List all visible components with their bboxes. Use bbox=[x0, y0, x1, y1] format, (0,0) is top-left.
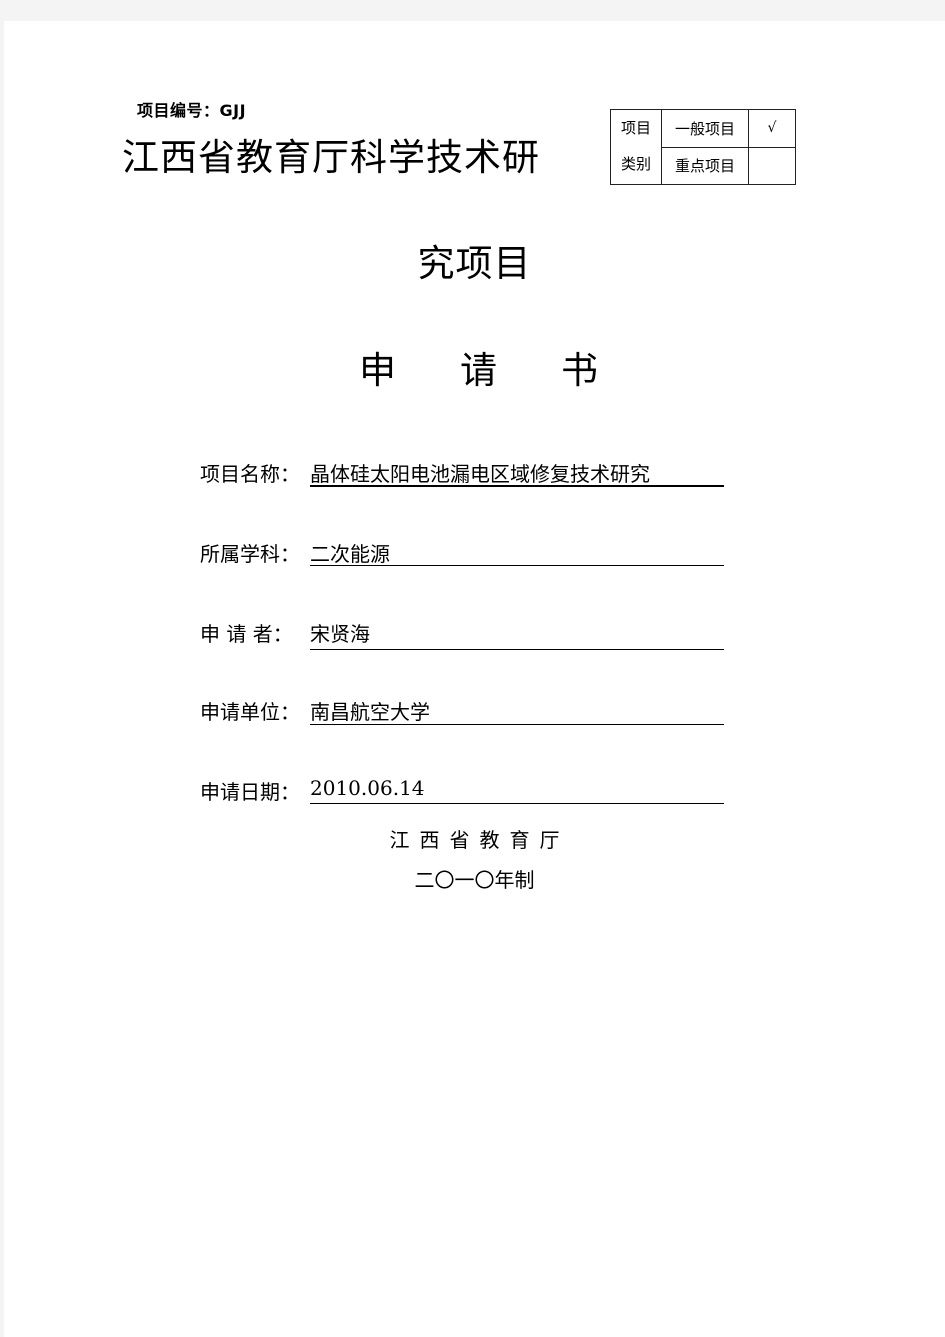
check-mark-icon: √ bbox=[748, 109, 796, 148]
underline bbox=[310, 724, 724, 725]
title-char: 申 bbox=[359, 349, 396, 392]
field-label: 申请日期： bbox=[200, 780, 300, 804]
field-label: 项目名称： bbox=[200, 462, 300, 486]
title-char: 书 bbox=[561, 349, 598, 392]
field-label: 所属学科： bbox=[200, 542, 300, 566]
underline bbox=[310, 649, 724, 650]
title-line-1: 江西省教育厅科学技术研 bbox=[122, 136, 540, 179]
category-header-cell: 项目 类别 bbox=[610, 109, 662, 185]
issuer: 江西省教育厅 bbox=[389, 828, 570, 852]
title-line-2: 究项目 bbox=[417, 242, 532, 285]
document-page: 项目编号：GJJ 江西省教育厅科学技术研 项目 类别 一般项目 √ 重点项目 究… bbox=[4, 21, 945, 1337]
category-type-key: 重点项目 bbox=[661, 146, 749, 185]
issue-year: 二〇一〇年制 bbox=[414, 868, 535, 892]
field-value: 宋贤海 bbox=[310, 622, 370, 646]
project-category-table: 项目 类别 一般项目 √ 重点项目 bbox=[610, 109, 796, 185]
category-mark-key bbox=[748, 146, 796, 185]
field-value: 2010.06.14 bbox=[310, 776, 425, 800]
field-label: 申 请 者： bbox=[200, 622, 293, 646]
field-value: 晶体硅太阳电池漏电区域修复技术研究 bbox=[310, 462, 650, 486]
underline bbox=[310, 565, 724, 566]
underline bbox=[310, 485, 724, 487]
project-number: 项目编号：GJJ bbox=[137, 101, 247, 120]
field-value: 二次能源 bbox=[310, 542, 390, 566]
title-char: 请 bbox=[460, 349, 497, 392]
category-header-line1: 项目 bbox=[620, 119, 651, 137]
category-header-line2: 类别 bbox=[620, 155, 651, 173]
title-line-3: 申请书 bbox=[359, 340, 598, 394]
field-label: 申请单位： bbox=[200, 700, 300, 724]
field-value: 南昌航空大学 bbox=[310, 700, 430, 724]
category-type-general: 一般项目 bbox=[661, 109, 749, 148]
underline bbox=[310, 803, 724, 804]
